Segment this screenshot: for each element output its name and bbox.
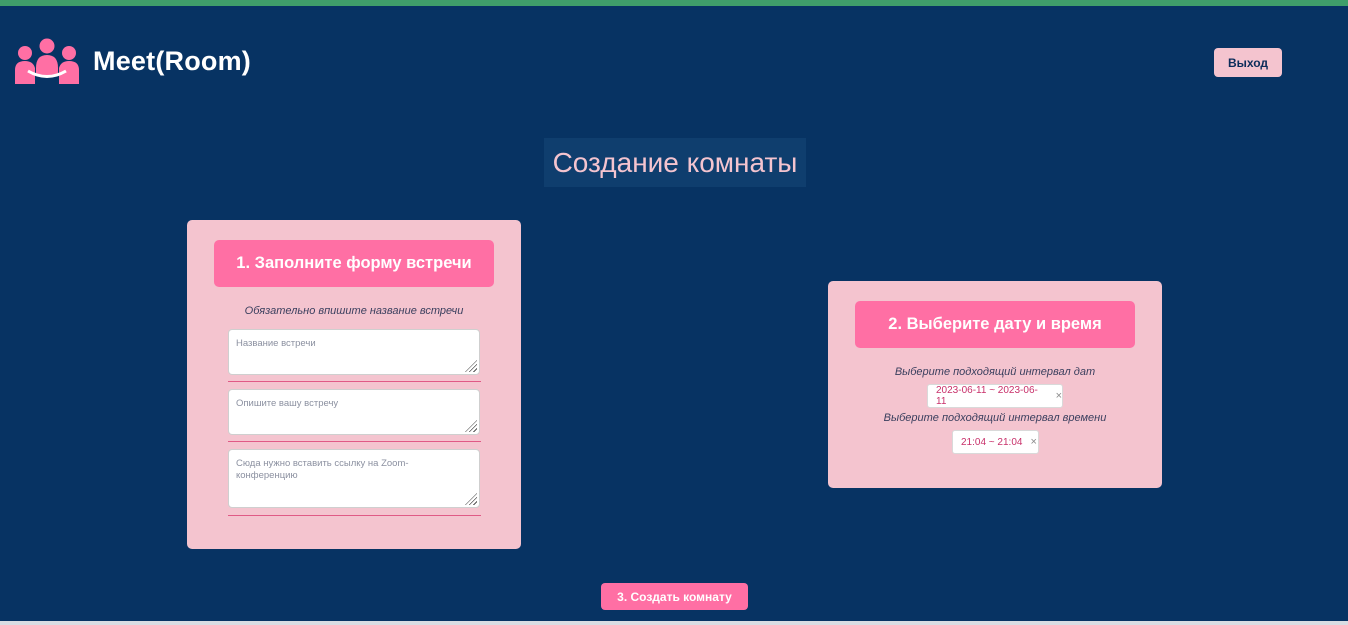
people-group-icon [14, 38, 80, 86]
datetime-card-heading: 2. Выберите дату и время [855, 301, 1135, 348]
logout-button[interactable]: Выход [1214, 48, 1282, 77]
meeting-description-field[interactable]: Опишите вашу встречу [228, 389, 480, 435]
bottom-scrollbar[interactable] [0, 621, 1348, 625]
meeting-form-card: 1. Заполните форму встречи Обязательно в… [187, 220, 521, 549]
zoom-link-placeholder: Сюда нужно вставить ссылку на Zoom-конфе… [236, 458, 409, 481]
date-range-value: 2023-06-11 ~ 2023-06-11 [936, 385, 1038, 407]
time-range-value: 21:04 ~ 21:04 [961, 436, 1023, 448]
meeting-name-field[interactable]: Название встречи [228, 329, 480, 375]
resize-handle-icon[interactable] [465, 420, 477, 432]
resize-handle-icon[interactable] [465, 360, 477, 372]
create-room-button[interactable]: 3. Создать комнату [601, 583, 748, 610]
datetime-card: 2. Выберите дату и время Выберите подход… [828, 281, 1162, 488]
field-underline [228, 381, 481, 382]
date-range-picker[interactable]: 2023-06-11 ~ 2023-06-11 × [927, 384, 1063, 408]
time-range-picker[interactable]: 21:04 ~ 21:04 × [952, 430, 1039, 454]
field-underline [228, 441, 481, 442]
form-card-heading: 1. Заполните форму встречи [214, 240, 494, 287]
top-accent-line [0, 0, 1348, 6]
meeting-description-placeholder: Опишите вашу встречу [236, 398, 339, 409]
zoom-link-field[interactable]: Сюда нужно вставить ссылку на Zoom-конфе… [228, 449, 480, 508]
page-title: Создание комнаты [544, 138, 806, 187]
resize-handle-icon[interactable] [465, 493, 477, 505]
meeting-name-placeholder: Название встречи [236, 338, 316, 349]
time-hint: Выберите подходящий интервал времени [883, 412, 1107, 424]
form-hint: Обязательно впишите название встречи [244, 305, 464, 317]
brand-name: Meet(Room) [93, 46, 251, 76]
clear-icon[interactable]: × [1030, 436, 1036, 448]
field-underline [228, 515, 481, 516]
date-hint: Выберите подходящий интервал дат [894, 366, 1096, 378]
clear-icon[interactable]: × [1056, 390, 1062, 402]
